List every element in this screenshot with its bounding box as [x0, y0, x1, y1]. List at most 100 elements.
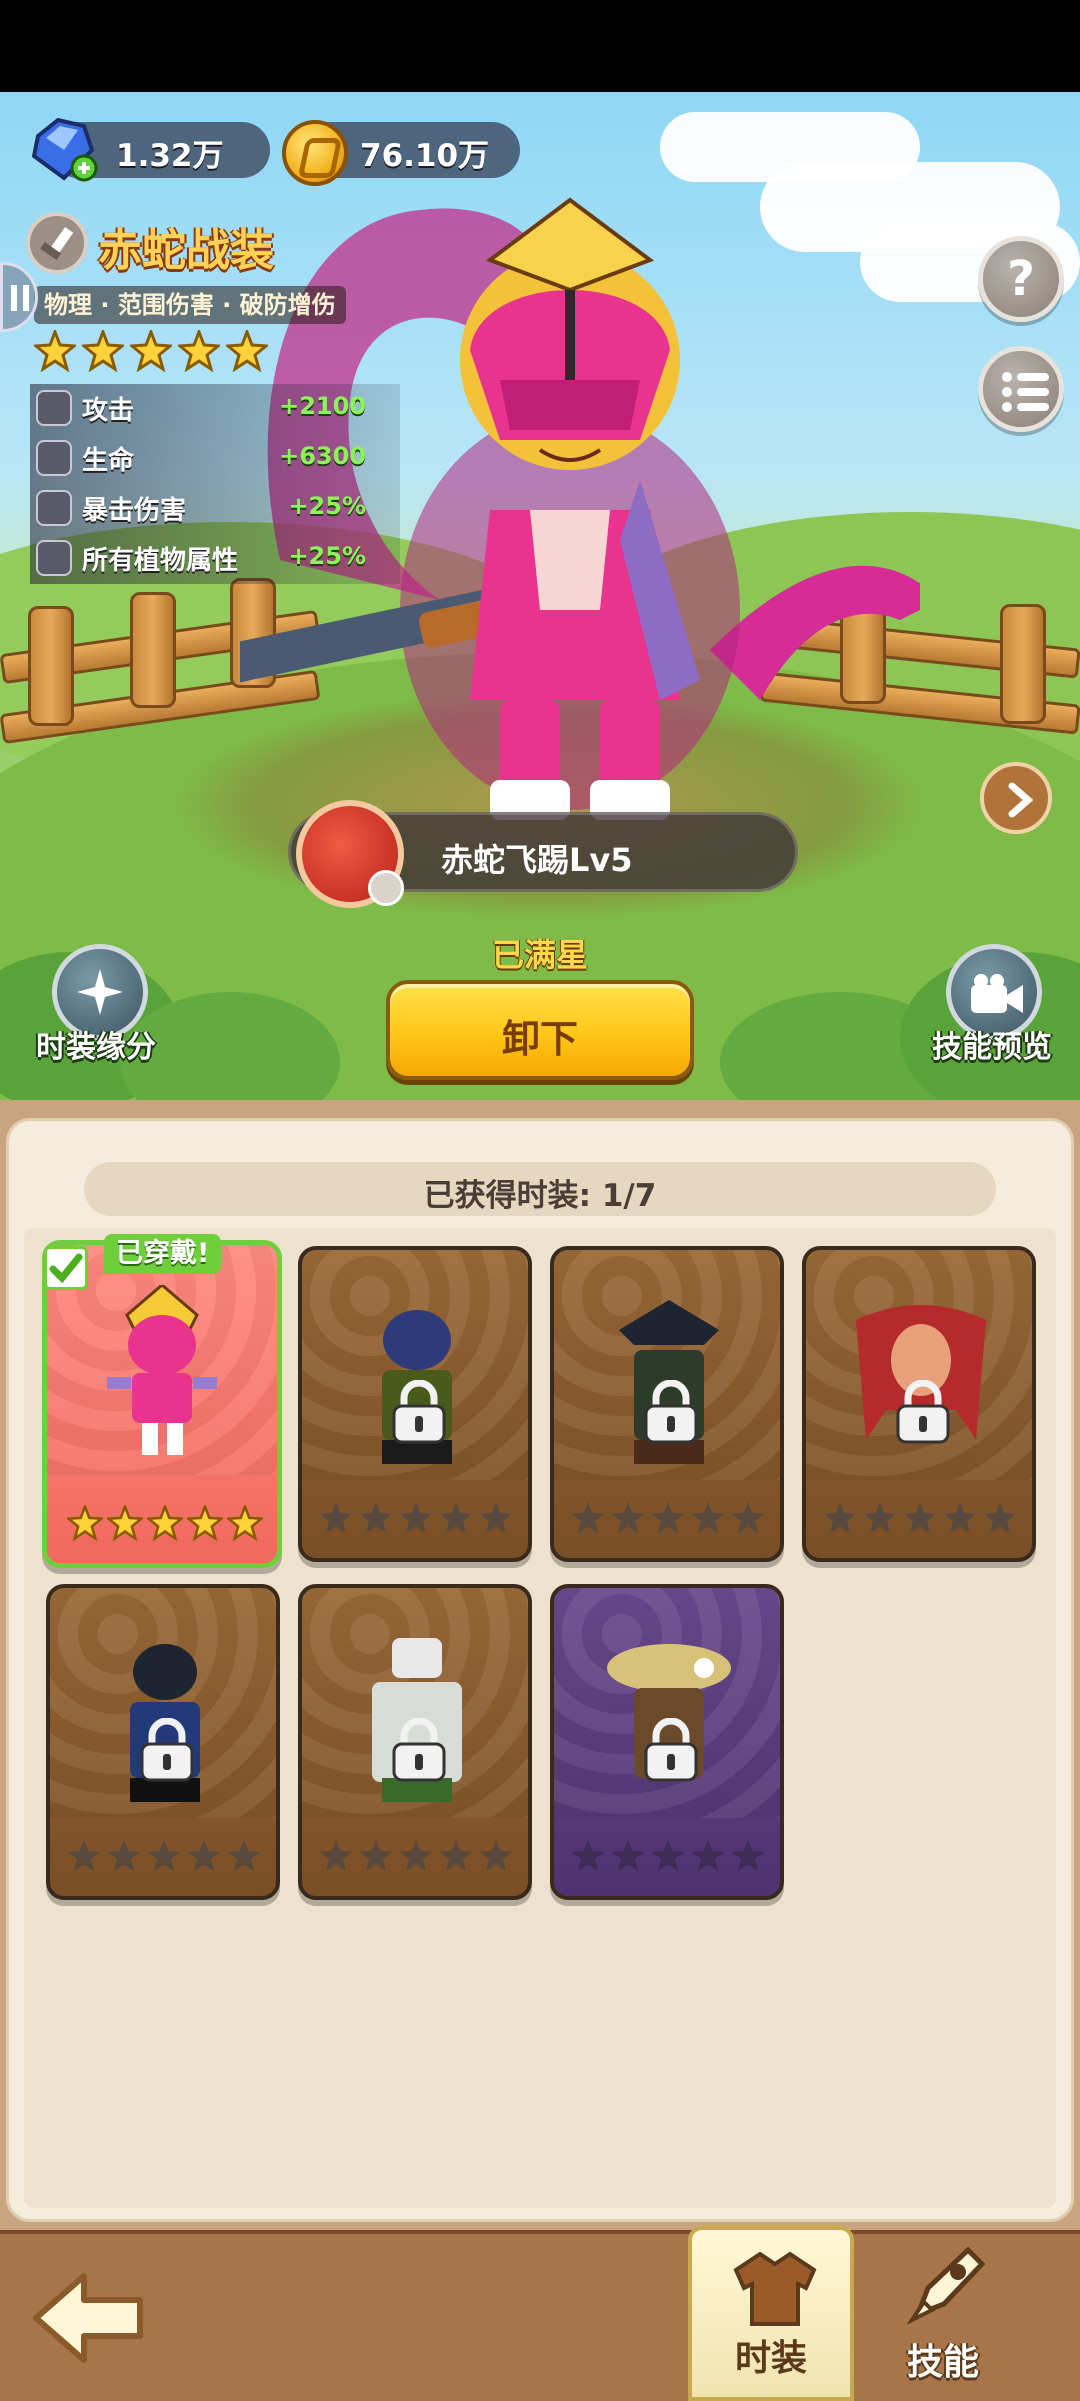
costume-star-rating: [34, 330, 268, 372]
empty-star-icon: [571, 1501, 605, 1534]
empty-star-icon: [67, 1839, 101, 1872]
costume-card-locked[interactable]: [550, 1246, 784, 1562]
status-bar: [0, 0, 1080, 92]
next-costume-button[interactable]: [980, 762, 1052, 834]
empty-star-icon: [479, 1839, 513, 1872]
stat-row-health: 生命 +6300: [30, 434, 400, 482]
star-icon: [227, 1505, 263, 1541]
stat-value: +2100: [279, 392, 366, 420]
empty-star-icon: [731, 1501, 765, 1534]
fence-post: [28, 606, 74, 726]
skill-preview-label: 技能预览: [932, 1030, 1052, 1065]
empty-star-icon: [399, 1839, 433, 1872]
lock-icon: [392, 1380, 446, 1444]
lock-icon: [644, 1718, 698, 1782]
help-button[interactable]: ?: [978, 236, 1064, 322]
card-stars: [822, 1500, 1018, 1536]
menu-button[interactable]: [978, 346, 1064, 432]
max-star-status: 已满星: [491, 936, 588, 974]
stat-panel: 攻击 +2100 生命 +6300 暴击伤害 +25% 所有植物属性 +25%: [30, 384, 400, 584]
costume-name: 赤蛇战装: [98, 225, 274, 276]
empty-star-icon: [187, 1839, 221, 1872]
empty-star-icon: [651, 1839, 685, 1872]
heart-icon: [36, 440, 72, 476]
check-icon: [44, 1246, 88, 1290]
empty-star-icon: [107, 1839, 141, 1872]
plant-attribute-icon: [36, 540, 72, 576]
unequip-label: 卸下: [501, 1017, 578, 1061]
weapon-type-icon: [26, 212, 88, 274]
owned-count: 已获得时装: 1/7: [423, 1178, 657, 1214]
stat-row-plant-attributes: 所有植物属性 +25%: [30, 534, 400, 582]
empty-star-icon: [823, 1501, 857, 1534]
costume-card-locked[interactable]: [298, 1246, 532, 1562]
star-icon: [130, 330, 172, 372]
empty-star-icon: [691, 1839, 725, 1872]
star-icon: [34, 330, 76, 372]
fence-post: [130, 592, 176, 708]
empty-star-icon: [863, 1501, 897, 1534]
tab-costume-label: 时装: [734, 2338, 807, 2379]
gem-amount: 1.32万: [116, 138, 224, 174]
question-icon: ?: [1007, 251, 1035, 307]
empty-star-icon: [319, 1501, 353, 1534]
lock-icon: [140, 1718, 194, 1782]
lock-icon: [896, 1380, 950, 1444]
stat-name: 所有植物属性: [82, 546, 239, 576]
empty-star-icon: [611, 1839, 645, 1872]
empty-star-icon: [359, 1839, 393, 1872]
coin-icon: [282, 120, 348, 186]
card-stars: [570, 1838, 766, 1874]
lock-icon: [368, 870, 404, 906]
stat-row-attack: 攻击 +2100: [30, 384, 400, 432]
stat-value: +25%: [288, 542, 366, 570]
empty-star-icon: [731, 1839, 765, 1872]
costume-card-locked[interactable]: [550, 1584, 784, 1900]
star-icon: [178, 330, 220, 372]
list-icon: [1002, 372, 1049, 412]
star-icon: [82, 330, 124, 372]
chevron-right-icon: [1008, 782, 1034, 818]
empty-star-icon: [399, 1501, 433, 1534]
stat-name: 暴击伤害: [82, 496, 187, 526]
empty-star-icon: [651, 1501, 685, 1534]
costume-card-locked[interactable]: [298, 1584, 532, 1900]
stat-name: 攻击: [82, 396, 135, 426]
worn-badge: 已穿戴!: [104, 1234, 222, 1274]
jacket-icon: [733, 2251, 817, 2326]
empty-star-icon: [359, 1501, 393, 1534]
sparkle-icon: [77, 969, 123, 1015]
lock-icon: [644, 1380, 698, 1444]
star-icon: [67, 1505, 103, 1541]
costume-tags: 物理 · 范围伤害 · 破防增伤: [34, 286, 346, 324]
crit-icon: [36, 490, 72, 526]
costume-card-locked[interactable]: [802, 1246, 1036, 1562]
empty-star-icon: [903, 1501, 937, 1534]
card-stars: [570, 1500, 766, 1536]
empty-star-icon: [439, 1501, 473, 1534]
video-camera-icon: [971, 974, 1023, 1013]
star-icon: [187, 1505, 223, 1541]
costume-card-locked[interactable]: [46, 1584, 280, 1900]
unequip-button[interactable]: 卸下: [386, 980, 694, 1080]
card-stars: [66, 1838, 262, 1874]
empty-star-icon: [983, 1501, 1017, 1534]
stat-name: 生命: [82, 446, 135, 476]
tab-skill[interactable]: 技能: [860, 2226, 1026, 2401]
rocket-icon: [906, 2246, 986, 2324]
back-arrow-icon[interactable]: [28, 2262, 152, 2372]
sword-icon: [36, 390, 72, 426]
costume-figure: [107, 1285, 217, 1455]
stat-row-crit-damage: 暴击伤害 +25%: [30, 484, 400, 532]
star-icon: [226, 330, 268, 372]
coin-amount: 76.10万: [360, 138, 490, 174]
tab-skill-label: 技能: [906, 2342, 979, 2383]
skill-icon[interactable]: [296, 800, 404, 908]
lock-icon: [392, 1718, 446, 1782]
empty-star-icon: [943, 1501, 977, 1534]
empty-star-icon: [479, 1501, 513, 1534]
empty-star-icon: [319, 1839, 353, 1872]
tab-costume[interactable]: 时装: [688, 2226, 854, 2401]
fence-post: [1000, 604, 1046, 724]
empty-star-icon: [227, 1839, 261, 1872]
